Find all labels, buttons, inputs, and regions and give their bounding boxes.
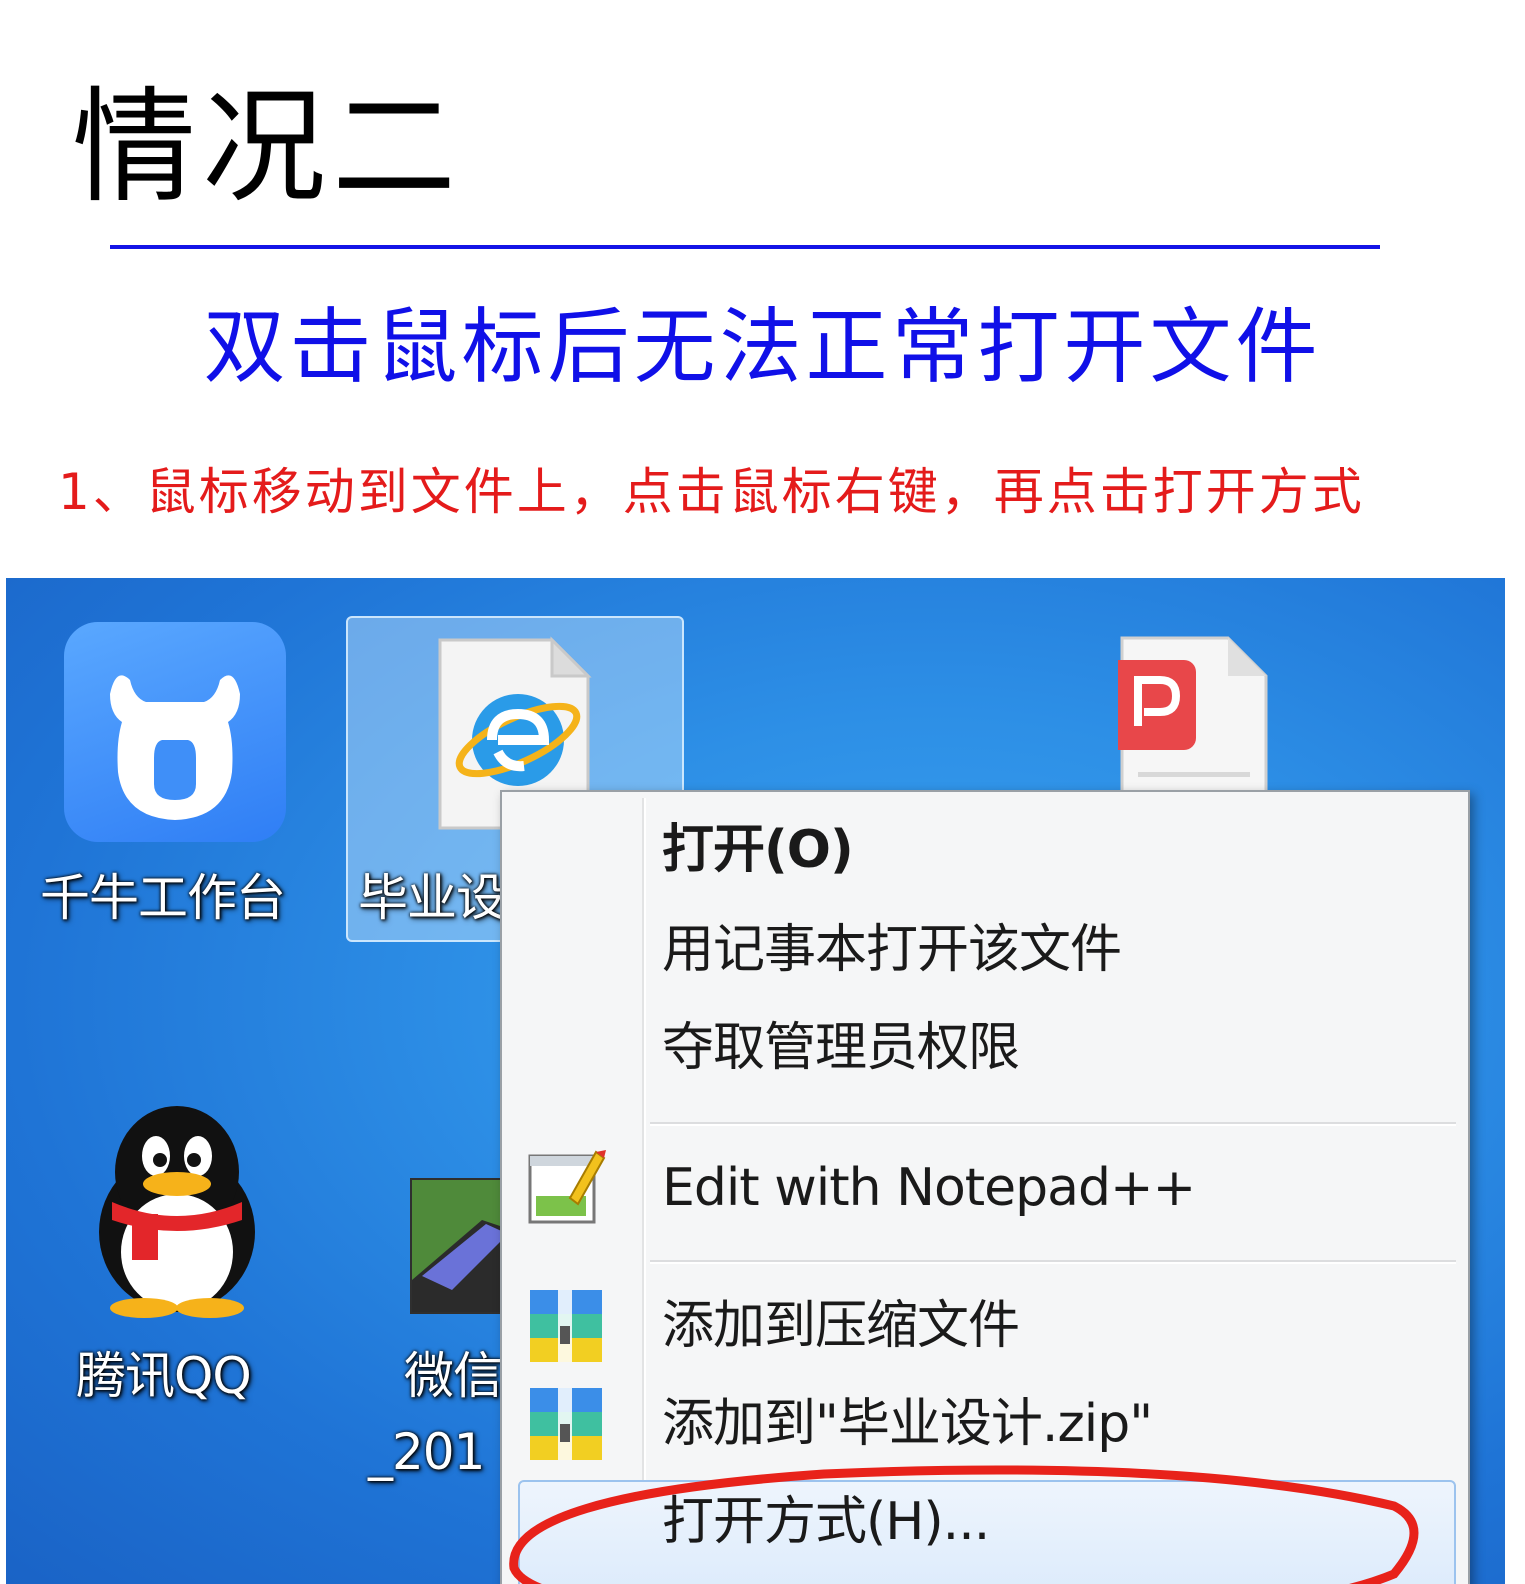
- desktop-icon-label: 千牛工作台: [40, 869, 286, 927]
- menu-item-add-to-zip[interactable]: 添加到"毕业设计.zip": [662, 1392, 1153, 1456]
- menu-item-edit-with-notepadpp[interactable]: Edit with Notepad++: [662, 1156, 1196, 1220]
- qq-penguin-icon: [82, 1102, 272, 1318]
- menu-separator: [650, 1260, 1456, 1264]
- desktop-icon-label: 毕业设: [358, 869, 506, 927]
- page-heading: 情况二: [72, 76, 463, 220]
- divider-line: [110, 245, 1380, 249]
- menu-item-open-with-notepad[interactable]: 用记事本打开该文件: [662, 918, 1122, 982]
- notepad-plus-plus-icon: [526, 1146, 606, 1226]
- archive-zip-icon: [526, 1384, 606, 1464]
- desktop-icon-label: 腾讯QQ: [76, 1347, 252, 1405]
- pdf-file-icon: [1106, 634, 1270, 806]
- archive-zip-icon: [526, 1286, 606, 1366]
- menu-item-take-ownership[interactable]: 夺取管理员权限: [662, 1016, 1020, 1080]
- menu-icon-gutter: [642, 798, 646, 1584]
- qianniu-icon: [64, 622, 286, 842]
- menu-separator: [650, 1122, 1456, 1126]
- menu-item-open-with-label[interactable]: 打开方式(H)...: [662, 1490, 990, 1554]
- menu-item-add-to-archive[interactable]: 添加到压缩文件: [662, 1294, 1020, 1358]
- context-menu: 打开(O) 用记事本打开该文件 夺取管理员权限 Edit with Notepa…: [500, 790, 1470, 1584]
- menu-item-open[interactable]: 打开(O): [662, 818, 854, 882]
- wechat-video-icon: [410, 1178, 514, 1314]
- desktop-icon-label: 微信: [404, 1347, 503, 1405]
- page-subtitle: 双击鼠标后无法正常打开文件: [203, 300, 1322, 395]
- desktop-icon-label-line2: _201: [368, 1423, 485, 1481]
- instruction-step: 1、鼠标移动到文件上，点击鼠标右键，再点击打开方式: [58, 463, 1365, 521]
- desktop: 千牛工作台 毕业设 腾讯QQ 微信 _201 打开(O) 用记事本打开该文件 夺…: [6, 578, 1505, 1584]
